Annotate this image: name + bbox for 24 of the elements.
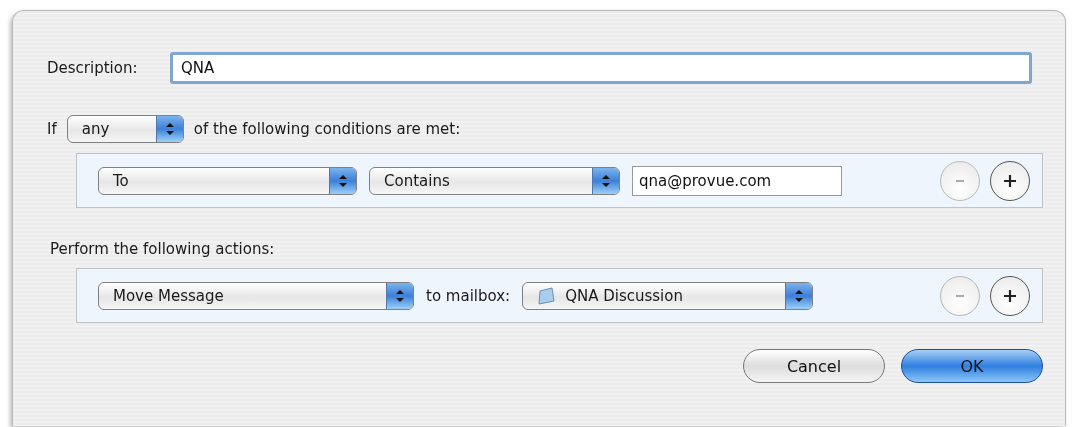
- stepper-icon: [785, 282, 813, 309]
- cancel-button[interactable]: Cancel: [743, 349, 885, 383]
- plus-icon: [1003, 173, 1017, 188]
- stepper-icon: [386, 282, 413, 309]
- mailbox-label: to mailbox:: [426, 286, 511, 305]
- plus-icon: [1003, 288, 1017, 303]
- stepper-icon: [155, 116, 183, 142]
- stepper-icon: [592, 167, 619, 194]
- header-popup[interactable]: To: [98, 166, 357, 195]
- mailbox-popup[interactable]: QNA Discussion: [522, 281, 814, 310]
- actions-label: Perform the following actions:: [50, 240, 275, 258]
- ok-button[interactable]: OK: [901, 349, 1043, 383]
- conditions-label: of the following conditions are met:: [193, 120, 461, 138]
- if-label: If: [47, 120, 57, 138]
- value-field[interactable]: qna@provue.com: [632, 165, 842, 196]
- operator-popup[interactable]: Contains: [369, 166, 620, 195]
- action-popup[interactable]: Move Message: [98, 281, 414, 310]
- description-label: Description:: [47, 59, 139, 77]
- folder-icon: [537, 286, 558, 305]
- match-popup[interactable]: any: [66, 115, 184, 143]
- stepper-icon: [329, 167, 356, 194]
- add-button[interactable]: [990, 160, 1030, 201]
- description-field[interactable]: QNA: [170, 52, 1032, 84]
- add-button[interactable]: [990, 275, 1030, 316]
